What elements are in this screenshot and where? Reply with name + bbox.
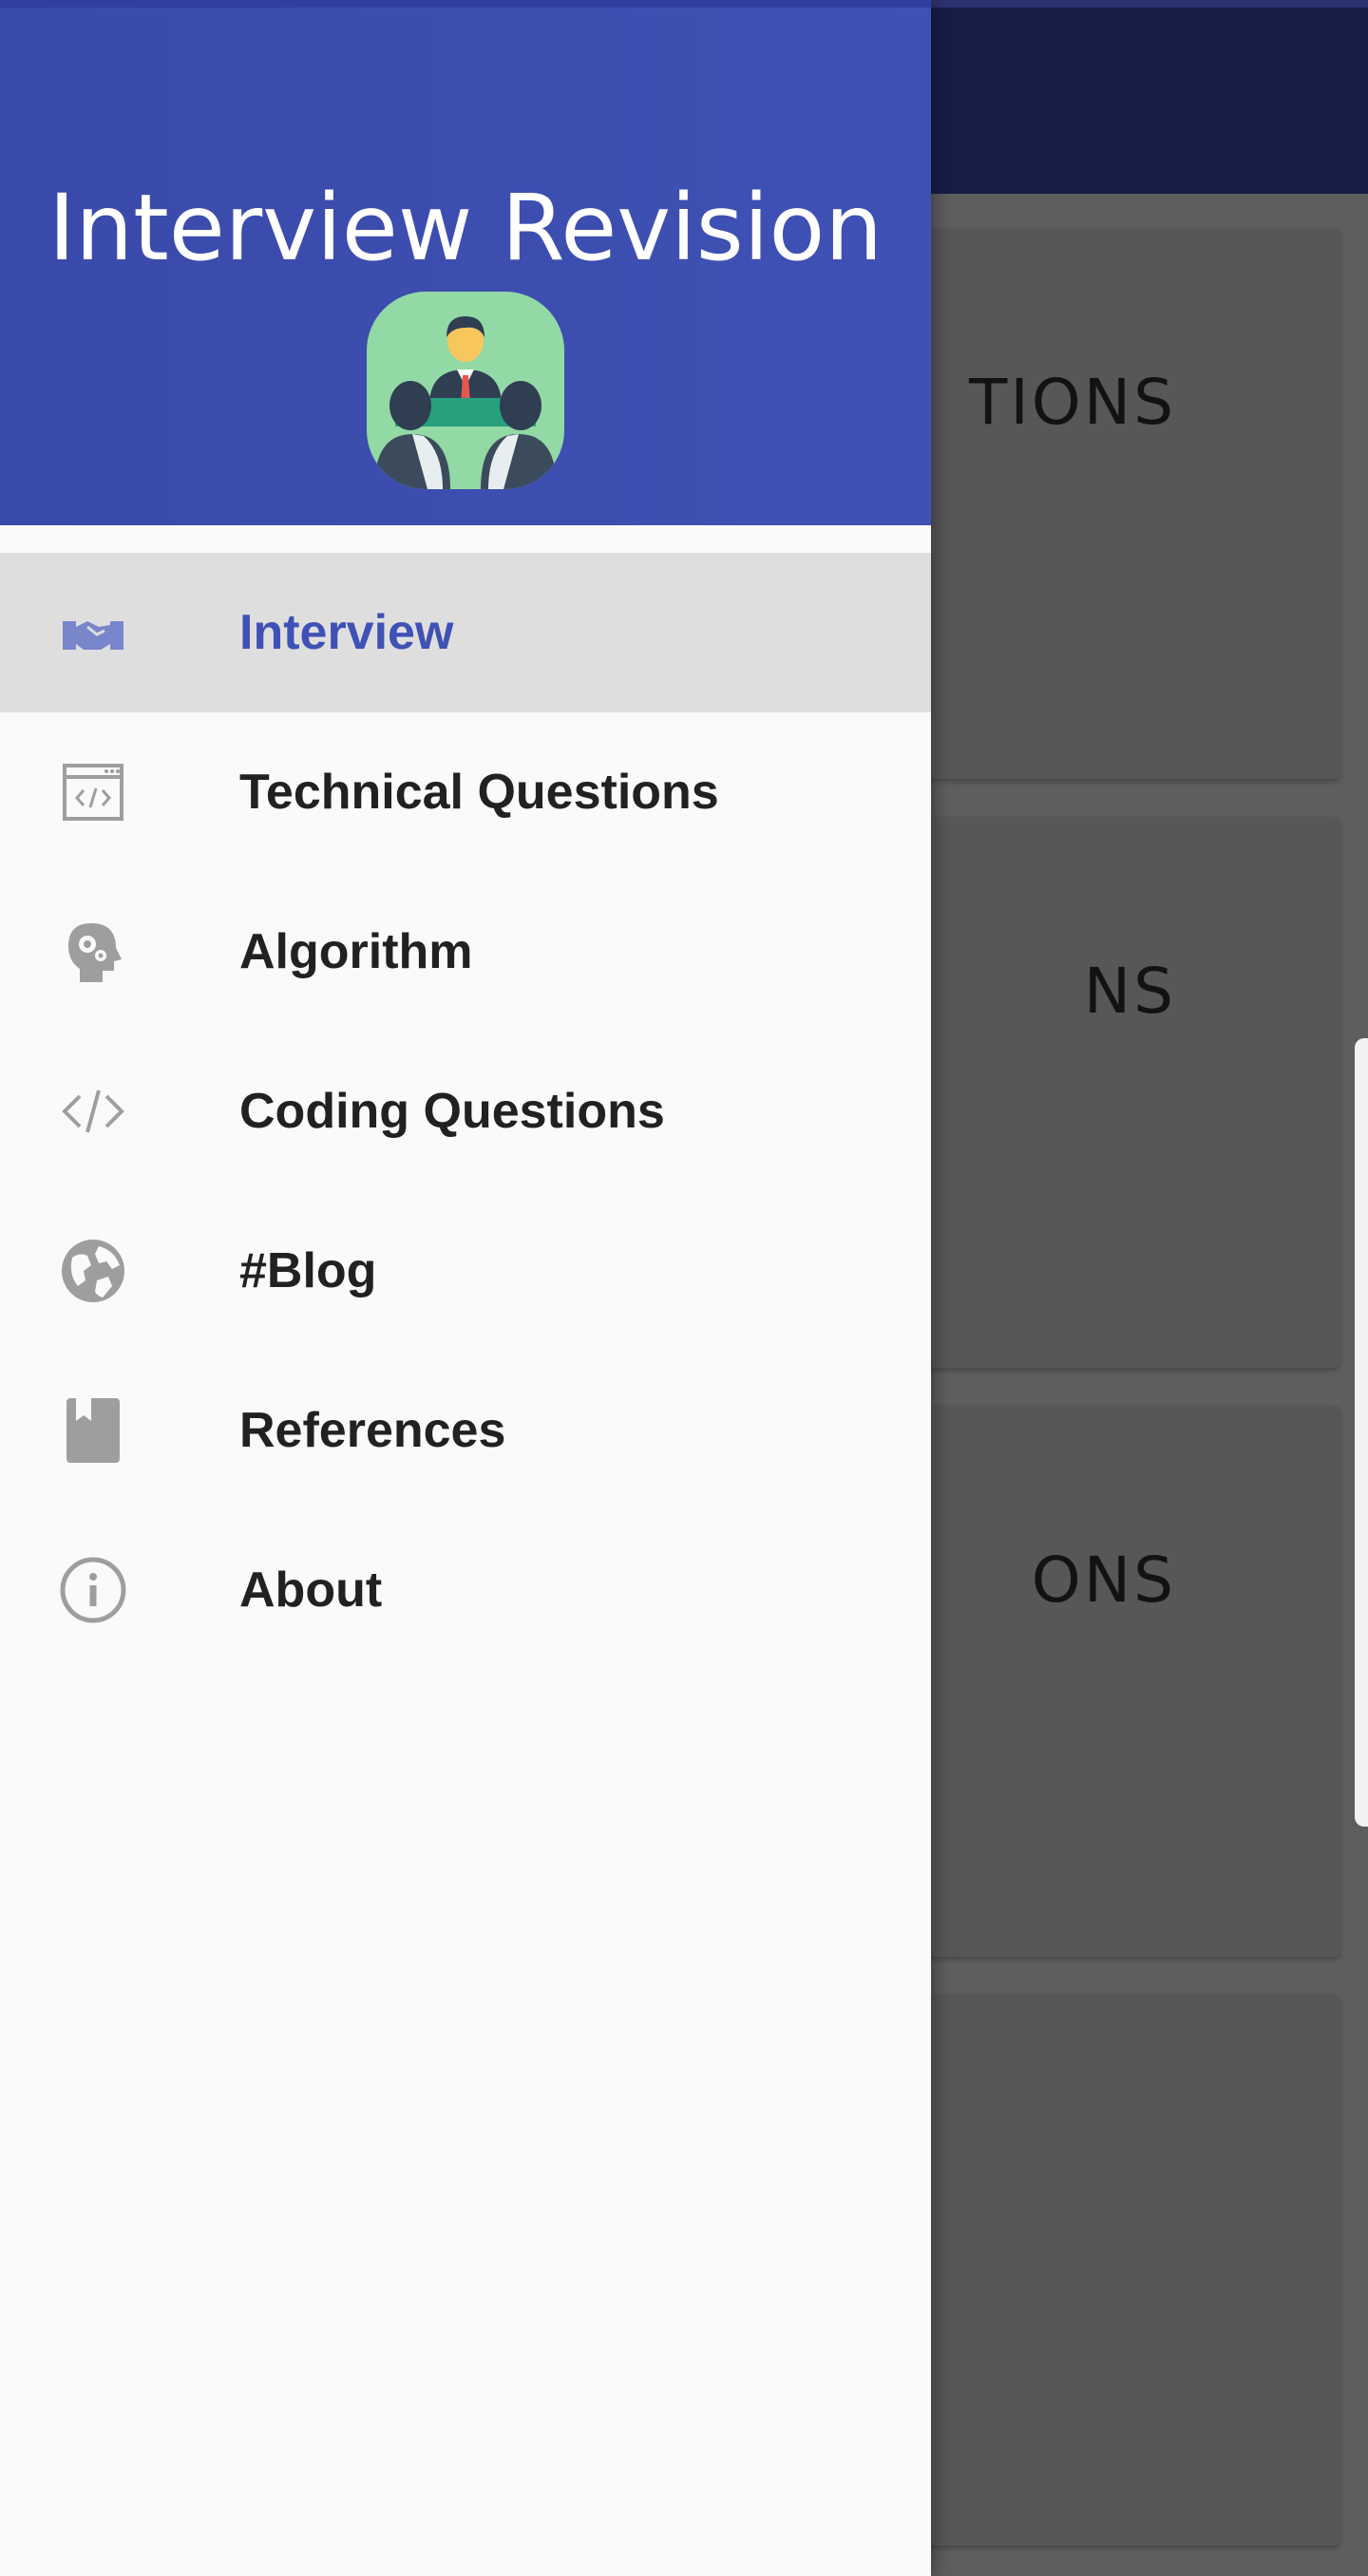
menu-item-label: #Blog [239,1243,377,1298]
menu-item-references[interactable]: References [0,1351,931,1510]
menu-item-algorithm[interactable]: Algorithm [0,872,931,1032]
code-window-icon [59,758,127,826]
menu-item-about[interactable]: About [0,1510,931,1670]
scrollbar-thumb[interactable] [1355,1038,1368,1827]
menu-item-label: References [239,1403,506,1458]
menu-item-coding-questions[interactable]: Coding Questions [0,1032,931,1191]
navigation-drawer: Interview Revision Interview Technical Q… [0,0,931,2576]
globe-icon [59,1237,127,1305]
menu-item-label: Interview [239,605,454,660]
menu-item-blog[interactable]: #Blog [0,1191,931,1351]
drawer-header: Interview Revision [0,0,931,525]
book-icon [59,1396,127,1465]
drawer-menu: Interview Technical Questions Algorithm … [0,553,931,1670]
code-brackets-icon [59,1077,127,1146]
info-icon [59,1556,127,1624]
menu-item-technical-questions[interactable]: Technical Questions [0,712,931,872]
menu-item-label: Algorithm [239,924,473,979]
menu-item-label: Coding Questions [239,1084,665,1139]
menu-item-interview[interactable]: Interview [0,553,931,712]
drawer-status-strip [0,0,931,8]
app-title: Interview Revision [48,175,884,281]
handshake-icon [59,598,127,667]
menu-item-label: About [239,1563,383,1618]
interview-panel-icon [367,292,564,489]
head-gear-icon [59,918,127,986]
menu-item-label: Technical Questions [239,765,719,820]
